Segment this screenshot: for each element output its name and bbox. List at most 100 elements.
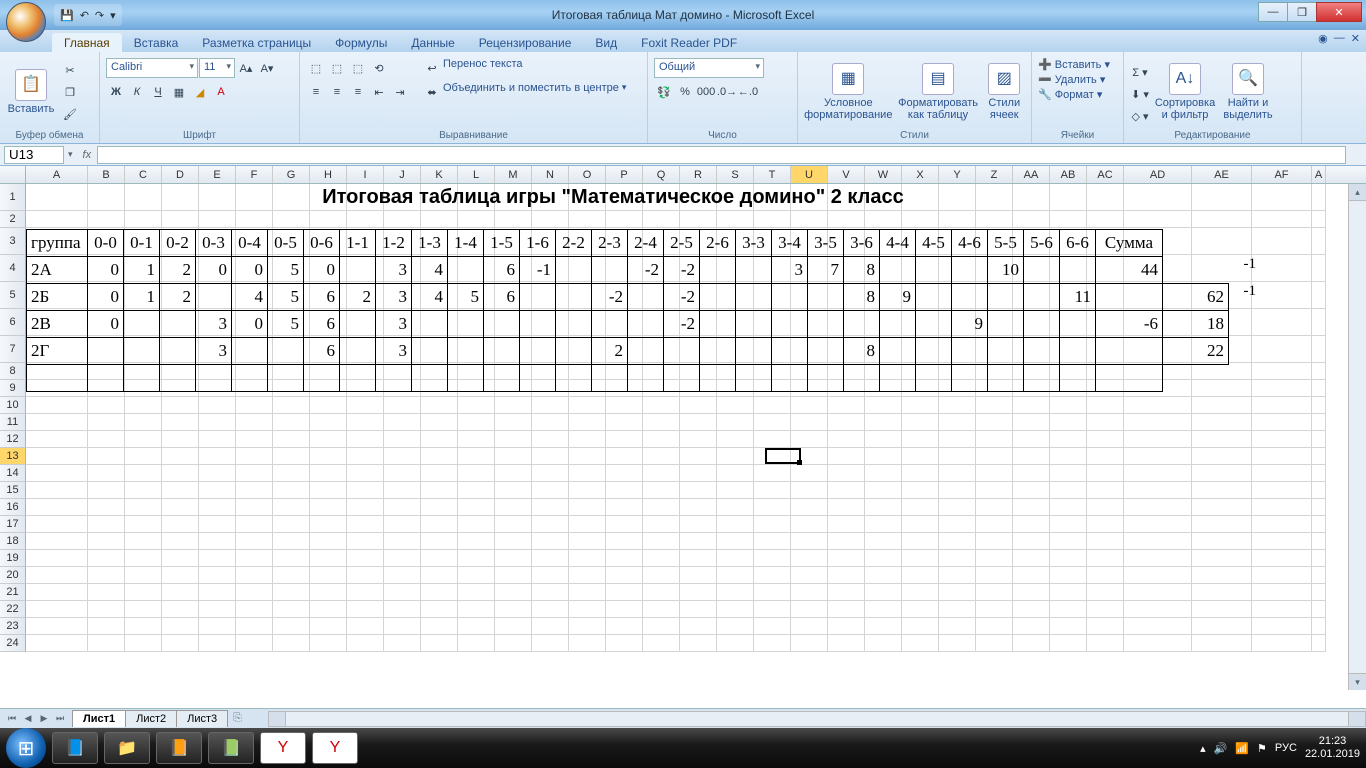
cell[interactable] <box>236 567 273 584</box>
save-icon[interactable]: 💾 <box>58 9 76 22</box>
cell[interactable] <box>1124 601 1192 618</box>
cell[interactable] <box>495 431 532 448</box>
cell[interactable] <box>717 431 754 448</box>
row-header[interactable]: 15 <box>0 482 26 499</box>
cell[interactable] <box>976 533 1013 550</box>
cell[interactable] <box>532 414 569 431</box>
cell[interactable] <box>384 499 421 516</box>
cell[interactable] <box>421 635 458 652</box>
data-cell[interactable] <box>448 311 484 338</box>
cell[interactable] <box>717 516 754 533</box>
cell[interactable] <box>495 482 532 499</box>
cell[interactable] <box>1013 567 1050 584</box>
cell[interactable] <box>125 414 162 431</box>
cell[interactable] <box>236 465 273 482</box>
col-header[interactable]: H <box>310 166 347 183</box>
data-cell[interactable] <box>808 365 844 392</box>
cell[interactable] <box>421 465 458 482</box>
cell[interactable] <box>458 211 495 228</box>
cell[interactable] <box>606 414 643 431</box>
group-cell[interactable]: 2В <box>27 311 88 338</box>
cell[interactable] <box>754 431 791 448</box>
cell[interactable] <box>865 431 902 448</box>
cell[interactable] <box>347 211 384 228</box>
table-header-cell[interactable]: 3-3 <box>736 230 772 257</box>
cell[interactable] <box>384 465 421 482</box>
table-header-cell[interactable]: 5-6 <box>1024 230 1060 257</box>
cell[interactable] <box>495 618 532 635</box>
cell[interactable] <box>421 601 458 618</box>
cell[interactable] <box>26 618 88 635</box>
task-yandex2[interactable]: Y <box>312 732 358 764</box>
cell[interactable] <box>125 516 162 533</box>
cell[interactable] <box>1252 397 1312 414</box>
cell[interactable] <box>1013 550 1050 567</box>
cell[interactable] <box>643 431 680 448</box>
data-cell[interactable]: 8 <box>844 284 880 311</box>
cell[interactable] <box>680 414 717 431</box>
cell[interactable] <box>199 211 236 228</box>
orientation-icon[interactable]: ⟲ <box>369 58 389 78</box>
cell[interactable] <box>1087 584 1124 601</box>
cell[interactable] <box>236 635 273 652</box>
cell[interactable] <box>902 516 939 533</box>
cell[interactable] <box>1192 601 1252 618</box>
data-cell[interactable] <box>628 338 664 365</box>
col-header[interactable]: Y <box>939 166 976 183</box>
cell[interactable] <box>754 533 791 550</box>
data-cell[interactable] <box>1024 284 1060 311</box>
table-header-cell[interactable]: 1-4 <box>448 230 484 257</box>
cell[interactable] <box>421 516 458 533</box>
cell[interactable] <box>1013 482 1050 499</box>
extra-cell[interactable]: -1 <box>1222 256 1256 273</box>
cell[interactable] <box>1087 414 1124 431</box>
table-header-cell[interactable]: 5-5 <box>988 230 1024 257</box>
cell[interactable] <box>1252 448 1312 465</box>
cell[interactable] <box>1192 635 1252 652</box>
cell[interactable] <box>310 584 347 601</box>
cell[interactable] <box>458 397 495 414</box>
cell[interactable] <box>162 397 199 414</box>
data-cell[interactable] <box>340 257 376 284</box>
cell[interactable] <box>162 533 199 550</box>
data-cell[interactable]: -2 <box>592 284 628 311</box>
table-header-cell[interactable]: 2-3 <box>592 230 628 257</box>
data-cell[interactable]: 3 <box>196 338 232 365</box>
cell[interactable] <box>569 533 606 550</box>
ribbon-tab-5[interactable]: Рецензирование <box>467 33 584 52</box>
cell[interactable] <box>902 618 939 635</box>
cell[interactable] <box>791 584 828 601</box>
office-button[interactable] <box>6 2 46 42</box>
cell[interactable] <box>532 448 569 465</box>
cell[interactable] <box>26 397 88 414</box>
cell[interactable] <box>347 482 384 499</box>
cell[interactable] <box>828 465 865 482</box>
cell[interactable] <box>1252 211 1312 228</box>
data-cell[interactable] <box>952 365 988 392</box>
cell[interactable] <box>273 448 310 465</box>
cell[interactable] <box>717 211 754 228</box>
cell[interactable] <box>125 618 162 635</box>
cell[interactable] <box>1050 618 1087 635</box>
cell[interactable] <box>865 635 902 652</box>
cell[interactable] <box>902 465 939 482</box>
cell[interactable] <box>865 601 902 618</box>
cell[interactable] <box>1312 282 1326 309</box>
col-header[interactable]: P <box>606 166 643 183</box>
cell[interactable] <box>532 482 569 499</box>
cell[interactable] <box>421 618 458 635</box>
cell[interactable] <box>1192 184 1252 211</box>
cell[interactable] <box>680 550 717 567</box>
cell[interactable] <box>495 499 532 516</box>
cell[interactable] <box>1124 211 1192 228</box>
cell[interactable] <box>1013 414 1050 431</box>
cell[interactable] <box>939 448 976 465</box>
cell[interactable] <box>791 516 828 533</box>
cell[interactable] <box>162 499 199 516</box>
delete-cells-button[interactable]: ➖ Удалить ▾ <box>1038 73 1117 86</box>
cell[interactable] <box>606 448 643 465</box>
data-cell[interactable]: 0 <box>88 311 124 338</box>
qat-more-icon[interactable]: ▾ <box>108 9 118 22</box>
cell[interactable] <box>606 499 643 516</box>
cell[interactable] <box>1087 499 1124 516</box>
